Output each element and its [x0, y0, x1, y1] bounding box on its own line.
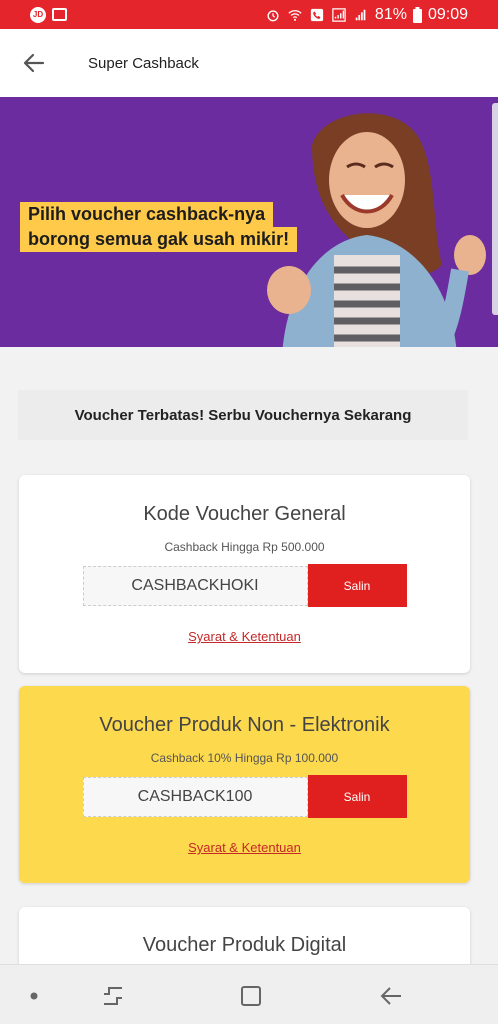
voucher-card-general: Kode Voucher General Cashback Hingga Rp … [19, 475, 470, 673]
voucher-title: Kode Voucher General [143, 503, 346, 525]
wifi-icon [288, 9, 302, 21]
clock: 09:09 [427, 5, 468, 23]
excited-woman-image [267, 113, 486, 347]
recents-icon [104, 987, 122, 1005]
back-button[interactable] [14, 43, 54, 83]
terms-link[interactable]: Syarat & Ketentuan [188, 629, 301, 644]
dot-icon [30, 992, 38, 1000]
voucher-card-non-electronic: Voucher Produk Non - Elektronik Cashback… [19, 686, 470, 883]
voucher-code[interactable]: CASHBACKHOKI [82, 566, 308, 606]
signal-bars-icon [355, 9, 366, 20]
jd-app-icon: JD [30, 6, 46, 23]
battery-icon [412, 6, 422, 23]
system-back-button[interactable] [378, 983, 404, 1009]
system-nav-bar [0, 964, 498, 1024]
recents-button[interactable] [100, 983, 126, 1009]
app-header: Super Cashback [0, 29, 498, 97]
arrow-left-icon [23, 53, 45, 73]
copy-button[interactable]: Salin [307, 775, 407, 818]
copy-button[interactable]: Salin [307, 564, 407, 607]
voucher-title: Voucher Produk Digital [142, 934, 347, 956]
phone-icon [310, 8, 324, 21]
banner-carousel-edge [492, 103, 498, 315]
voucher-code-row: CASHBACKHOKI Salin [19, 564, 470, 607]
voucher-subtitle: Cashback Hingga Rp 500.000 [164, 540, 325, 554]
nav-dot-button[interactable] [21, 983, 47, 1009]
back-icon [380, 987, 401, 1005]
terms-link[interactable]: Syarat & Ketentuan [188, 840, 301, 855]
battery-percent: 81% [374, 5, 407, 23]
status-bar: JD 81% 09:09 [0, 0, 498, 29]
voucher-card-digital: Voucher Produk Digital [19, 907, 470, 967]
voucher-code[interactable]: CASHBACK100 [82, 777, 308, 817]
voucher-title: Voucher Produk Non - Elektronik [99, 714, 390, 736]
promo-banner[interactable]: Pilih voucher cashback-nya borong semua … [0, 97, 498, 347]
home-button[interactable] [238, 983, 264, 1009]
home-icon [241, 986, 261, 1006]
page-title: Super Cashback [88, 54, 199, 72]
message-icon [52, 8, 67, 21]
voucher-code-row: CASHBACK100 Salin [19, 775, 470, 818]
banner-line-1: Pilih voucher cashback-nya [20, 202, 274, 227]
voucher-subtitle: Cashback 10% Hingga Rp 100.000 [150, 751, 339, 765]
alarm-icon [267, 9, 279, 21]
notice-text: Voucher Terbatas! Serbu Vouchernya Sekar… [74, 406, 412, 424]
signal-icon [332, 7, 346, 22]
limited-voucher-notice: Voucher Terbatas! Serbu Vouchernya Sekar… [18, 390, 468, 440]
